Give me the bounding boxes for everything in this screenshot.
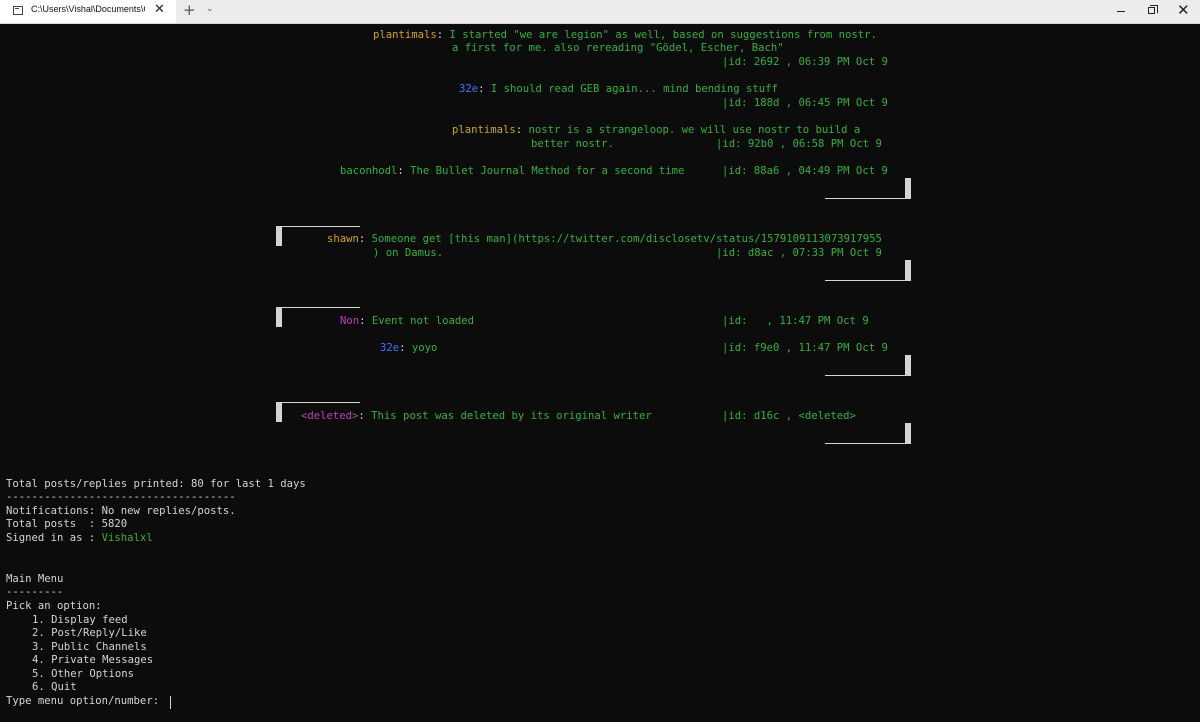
post-meta: |id: 92b0 , 06:58 PM Oct 9 [716, 138, 882, 150]
post-author: shawn [327, 233, 359, 245]
post-line: 32e: yoyo [380, 342, 437, 355]
post-author: 32e [459, 83, 479, 95]
post-meta: |id: f9e0 , 11:47 PM Oct 9 [722, 342, 888, 354]
thread-box-right [905, 260, 911, 280]
menu-option: 1. Display feed [32, 614, 128, 626]
post-separator: : [478, 83, 491, 95]
post-line: <deleted>: This post was deleted by its … [301, 410, 652, 423]
thread-box-left [276, 307, 282, 327]
signed-in-user: Vishalxl [101, 532, 153, 544]
thread-box-bottom [825, 198, 911, 199]
post-line: shawn: Someone get [this man](https://tw… [327, 233, 882, 246]
total-printed: Total posts/replies printed: 80 for last… [6, 478, 306, 490]
menu-title: Main Menu [6, 573, 64, 585]
thread-box-top [276, 402, 360, 403]
signed-in-label: Signed in as : [6, 532, 102, 544]
menu-option: 5. Other Options [32, 668, 135, 680]
post-separator: : [358, 233, 372, 245]
tab-close-icon[interactable]: ✕ [154, 2, 165, 17]
post-text: yoyo [411, 342, 438, 354]
menu-divider: --------- [6, 586, 64, 598]
post-text: I started "we are legion" as well, based… [449, 29, 877, 41]
post-meta: |id: 88a6 , 04:49 PM Oct 9 [722, 165, 888, 177]
post-text: I should read GEB again... mind bending … [490, 83, 778, 95]
minimize-icon[interactable] [1117, 11, 1125, 12]
post-text: nostr is a strangeloop. we will use nost… [528, 124, 861, 136]
post-author: <deleted> [301, 410, 359, 422]
thread-box-left [276, 402, 282, 422]
thread-box-bottom [825, 443, 911, 444]
post-separator: : [397, 165, 411, 177]
new-tab-button[interactable]: + [183, 1, 196, 19]
post-meta: |id: 188d , 06:45 PM Oct 9 [722, 97, 888, 109]
menu-option: 3. Public Channels [32, 641, 147, 653]
post-line: 32e: I should read GEB again... mind ben… [459, 83, 778, 96]
title-bar: C:\Users\Vishal\Documents\Gi ✕ + ⌄ ✕ [0, 0, 1200, 24]
input-prompt[interactable]: Type menu option/number: [6, 695, 165, 708]
post-separator: : [436, 29, 450, 41]
tab-dropdown-icon[interactable]: ⌄ [206, 4, 214, 14]
post-separator: : [358, 410, 372, 422]
thread-box-top [276, 226, 360, 227]
post-meta: |id: , 11:47 PM Oct 9 [722, 315, 869, 327]
signed-in: Signed in as : Vishalxl [6, 532, 153, 545]
post-text: This post was deleted by its original wr… [371, 410, 652, 422]
thread-box-bottom [825, 280, 911, 281]
thread-box-right [905, 423, 911, 443]
thread-box-right [905, 355, 911, 375]
post-text: Someone get [this man](https://twitter.c… [371, 233, 882, 245]
post-line: baconhodl: The Bullet Journal Method for… [340, 165, 684, 178]
total-posts: Total posts : 5820 [6, 518, 128, 530]
thread-box-bottom [825, 375, 911, 376]
post-line: Non: Event not loaded [340, 315, 474, 328]
thread-box-top [276, 307, 360, 308]
post-meta: |id: d16c , <deleted> [722, 410, 856, 422]
post-text-continued: ) on Damus. [373, 247, 444, 259]
notifications: Notifications: No new replies/posts. [6, 505, 236, 517]
close-window-icon[interactable]: ✕ [1177, 1, 1190, 19]
post-text: The Bullet Journal Method for a second t… [410, 165, 685, 177]
tab-title: C:\Users\Vishal\Documents\Gi [31, 4, 145, 14]
post-text: Event not loaded [371, 315, 474, 327]
summary-divider: ------------------------------------ [6, 491, 236, 503]
post-line: plantimals: nostr is a strangeloop. we w… [452, 124, 860, 137]
post-separator: : [515, 124, 529, 136]
post-author: Non [340, 315, 360, 327]
terminal-tab[interactable]: C:\Users\Vishal\Documents\Gi ✕ [0, 0, 176, 23]
text-cursor[interactable] [170, 696, 171, 709]
post-separator: : [399, 342, 412, 354]
post-line: plantimals: I started "we are legion" as… [373, 29, 877, 42]
thread-box-left [276, 226, 282, 246]
post-separator: : [359, 315, 372, 327]
post-meta: |id: 2692 , 06:39 PM Oct 9 [722, 56, 888, 68]
restore-icon[interactable] [1148, 5, 1158, 14]
menu-option: 4. Private Messages [32, 654, 154, 666]
post-text-continued: a first for me. also rereading "Gödel, E… [452, 42, 784, 54]
thread-box-right [905, 178, 911, 198]
post-author: 32e [380, 342, 400, 354]
post-author: plantimals [373, 29, 437, 41]
post-meta: |id: d8ac , 07:33 PM Oct 9 [716, 247, 882, 259]
menu-option: 2. Post/Reply/Like [32, 627, 147, 639]
terminal-icon [13, 6, 23, 15]
post-author: baconhodl [340, 165, 398, 177]
menu-prompt: Pick an option: [6, 600, 102, 612]
post-text-continued: better nostr. [531, 138, 614, 150]
post-author: plantimals [452, 124, 516, 136]
menu-option: 6. Quit [32, 681, 77, 693]
